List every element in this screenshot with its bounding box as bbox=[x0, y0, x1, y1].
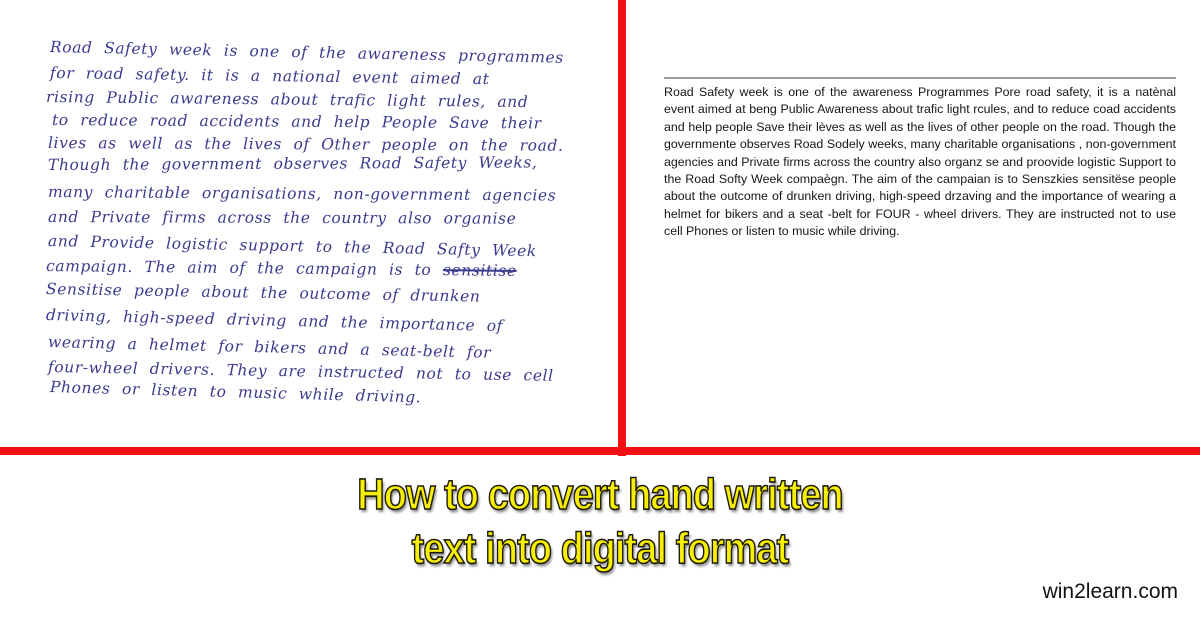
handwritten-line: Though the government observes Road Safe… bbox=[47, 153, 538, 174]
handwritten-line: campaign. The aim of the campaign is to … bbox=[46, 257, 517, 280]
vertical-divider bbox=[618, 0, 626, 456]
typed-text: Road Safety week is one of the awareness… bbox=[664, 85, 1176, 239]
handwritten-line: to reduce road accidents and help People… bbox=[51, 111, 542, 133]
handwritten-line: Sensitise people about the outcome of dr… bbox=[45, 280, 481, 306]
title-line-2: text into digital format bbox=[411, 523, 790, 574]
handwritten-page: Road Safety week is one of the awareness… bbox=[0, 0, 618, 448]
handwritten-line: for road safety. it is a national event … bbox=[49, 64, 490, 89]
title-line-1: How to convert hand written bbox=[357, 469, 845, 520]
horizontal-divider bbox=[0, 447, 1200, 455]
handwritten-line: lives as well as the lives of Other peop… bbox=[47, 134, 564, 155]
handwritten-line: driving, high-speed driving and the impo… bbox=[45, 306, 504, 336]
typed-header-rule bbox=[664, 77, 1176, 79]
handwritten-line: rising Public awareness about trafic lig… bbox=[45, 88, 529, 112]
handwritten-line: Road Safety week is one of the awareness… bbox=[49, 38, 565, 67]
handwritten-line: Phones or listen to music while driving. bbox=[49, 378, 422, 407]
handwritten-line: many charitable organisations, non-gover… bbox=[47, 183, 557, 205]
site-watermark: win2learn.com bbox=[1042, 580, 1178, 603]
handwritten-line-text: campaign. The aim of the campaign is to bbox=[45, 257, 432, 280]
handwritten-line: and Private firms across the country als… bbox=[47, 208, 517, 228]
struck-word: sensitise bbox=[442, 261, 517, 280]
title-banner: How to convert hand written text into di… bbox=[0, 468, 1200, 576]
handwritten-line: and Provide logistic support to the Road… bbox=[47, 232, 538, 261]
handwritten-line: wearing a helmet for bikers and a seat-b… bbox=[47, 333, 492, 362]
